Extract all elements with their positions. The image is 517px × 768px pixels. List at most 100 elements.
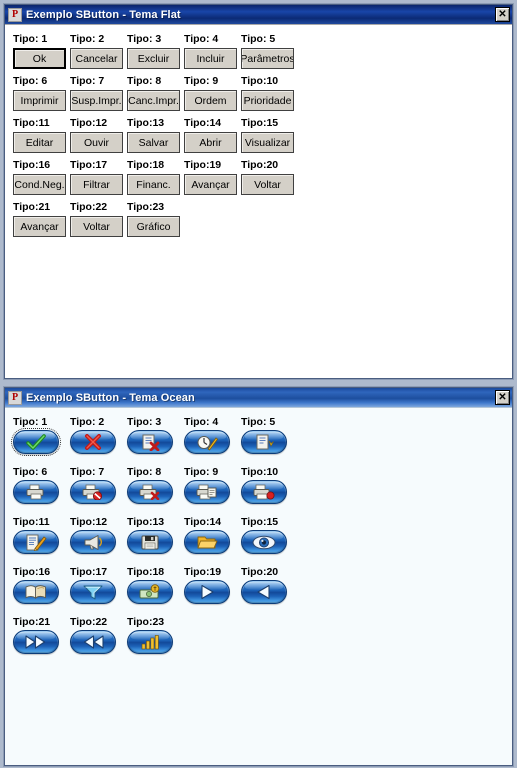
- flat-row: Tipo: 1 Tipo: 2 Tipo: 3 Tipo: 4 Tipo: 5 …: [13, 33, 512, 69]
- document-delete-icon: [140, 434, 160, 451]
- flat-row: Tipo:21 Tipo:22 Tipo:23 Avançar Voltar G…: [13, 201, 512, 237]
- button-salvar[interactable]: Salvar: [127, 132, 180, 153]
- button-cancelar[interactable]: Cancelar: [70, 48, 123, 69]
- type-label: Tipo: 5: [241, 33, 276, 45]
- ocean-button-voltar[interactable]: [241, 580, 287, 604]
- type-label: Tipo: 4: [184, 33, 219, 45]
- ocean-button-excluir[interactable]: [127, 430, 173, 454]
- flat-row-buttons: Avançar Voltar Gráfico: [13, 216, 512, 237]
- megaphone-icon: [82, 534, 104, 550]
- button-financ[interactable]: Financ.: [127, 174, 180, 195]
- button-abrir[interactable]: Abrir: [184, 132, 237, 153]
- ocean-button-salvar[interactable]: [127, 530, 173, 554]
- ocean-button-susp-impr[interactable]: [70, 480, 116, 504]
- ocean-button-imprimir[interactable]: [13, 480, 59, 504]
- button-voltar[interactable]: Voltar: [241, 174, 294, 195]
- button-canc-impr[interactable]: Canc.Impr.: [127, 90, 180, 111]
- button-avancar[interactable]: Avançar: [184, 174, 237, 195]
- titlebar-tema-flat[interactable]: P Exemplo SButton - Tema Flat ✕: [5, 5, 512, 24]
- ocean-row-buttons: [11, 428, 512, 456]
- ocean-button-incluir[interactable]: [184, 430, 230, 454]
- ocean-row-buttons: [13, 480, 512, 504]
- ocean-row-buttons: [13, 530, 512, 554]
- type-label: Tipo:17: [70, 159, 108, 171]
- ocean-row-labels: Tipo:16 Tipo:17 Tipo:18 Tipo:19 Tipo:20: [13, 566, 512, 578]
- ocean-row: Tipo: 1 Tipo: 2 Tipo: 3 Tipo: 4 Tipo: 5: [11, 416, 512, 456]
- money-icon: [138, 584, 162, 600]
- close-icon[interactable]: ✕: [495, 7, 510, 22]
- type-label: Tipo:14: [184, 516, 222, 528]
- type-label: Tipo:21: [13, 616, 51, 628]
- type-label: Tipo: 1: [13, 33, 48, 45]
- type-label: Tipo: 9: [184, 466, 219, 478]
- type-label: Tipo: 6: [13, 75, 48, 87]
- button-excluir[interactable]: Excluir: [127, 48, 180, 69]
- ocean-button-visualizar[interactable]: [241, 530, 287, 554]
- button-avancar-2[interactable]: Avançar: [13, 216, 66, 237]
- app-icon: P: [8, 7, 22, 22]
- x-icon: [84, 434, 102, 450]
- button-incluir[interactable]: Incluir: [184, 48, 237, 69]
- type-label: Tipo:22: [70, 201, 108, 213]
- button-visualizar[interactable]: Visualizar: [241, 132, 294, 153]
- type-label: Tipo:11: [13, 117, 50, 129]
- titlebar-tema-ocean[interactable]: P Exemplo SButton - Tema Ocean ✕: [5, 388, 512, 407]
- button-ordem[interactable]: Ordem: [184, 90, 237, 111]
- button-ouvir[interactable]: Ouvir: [70, 132, 123, 153]
- ocean-button-avancar[interactable]: [184, 580, 230, 604]
- ocean-button-ordem[interactable]: [184, 480, 230, 504]
- ocean-row-labels: Tipo:11 Tipo:12 Tipo:13 Tipo:14 Tipo:15: [13, 516, 512, 528]
- ocean-button-canc-impr[interactable]: [127, 480, 173, 504]
- button-parametros[interactable]: Parâmetros: [241, 48, 294, 69]
- type-label: Tipo: 4: [184, 416, 219, 428]
- printer-priority-icon: [253, 484, 275, 500]
- type-label: Tipo:22: [70, 616, 108, 628]
- ocean-button-grafico[interactable]: [127, 630, 173, 654]
- button-grafico[interactable]: Gráfico: [127, 216, 180, 237]
- type-label: Tipo:18: [127, 159, 165, 171]
- ocean-button-ouvir[interactable]: [70, 530, 116, 554]
- ocean-button-abrir[interactable]: [184, 530, 230, 554]
- button-editar[interactable]: Editar: [13, 132, 66, 153]
- button-imprimir[interactable]: Imprimir: [13, 90, 66, 111]
- book-icon: [24, 584, 48, 600]
- button-ok[interactable]: Ok: [13, 48, 66, 69]
- ocean-button-cond-neg[interactable]: [13, 580, 59, 604]
- type-label: Tipo:19: [184, 566, 222, 578]
- window-title: Exemplo SButton - Tema Flat: [26, 8, 181, 21]
- button-cond-neg[interactable]: Cond.Neg.: [13, 174, 66, 195]
- ocean-button-prioridade[interactable]: [241, 480, 287, 504]
- button-prioridade[interactable]: Prioridade: [241, 90, 294, 111]
- printer-icon: [25, 484, 47, 500]
- type-label: Tipo: 1: [13, 416, 48, 428]
- button-susp-impr[interactable]: Susp.Impr.: [70, 90, 123, 111]
- close-icon[interactable]: ✕: [495, 390, 510, 405]
- ocean-button-parametros[interactable]: [241, 430, 287, 454]
- ocean-button-financ[interactable]: [127, 580, 173, 604]
- ocean-button-cancelar[interactable]: [70, 430, 116, 454]
- button-voltar-2[interactable]: Voltar: [70, 216, 123, 237]
- type-label: Tipo: 8: [127, 466, 162, 478]
- type-label: Tipo: 2: [70, 33, 105, 45]
- flat-row-buttons: Editar Ouvir Salvar Abrir Visualizar: [13, 132, 512, 153]
- ocean-button-editar[interactable]: [13, 530, 59, 554]
- type-label: Tipo:13: [127, 117, 165, 129]
- type-label: Tipo: 7: [70, 75, 105, 87]
- ocean-button-ok[interactable]: [11, 428, 61, 456]
- ocean-row-labels: Tipo: 6 Tipo: 7 Tipo: 8 Tipo: 9 Tipo:10: [13, 466, 512, 478]
- ocean-button-avancar-2[interactable]: [13, 630, 59, 654]
- window-tema-flat[interactable]: P Exemplo SButton - Tema Flat ✕ Tipo: 1 …: [4, 4, 513, 379]
- flat-row-labels: Tipo: 1 Tipo: 2 Tipo: 3 Tipo: 4 Tipo: 5: [13, 33, 512, 45]
- ocean-button-voltar-2[interactable]: [70, 630, 116, 654]
- type-label: Tipo:14: [184, 117, 222, 129]
- app-icon: P: [8, 390, 22, 405]
- button-filtrar[interactable]: Filtrar: [70, 174, 123, 195]
- type-label: Tipo:16: [13, 159, 51, 171]
- type-label: Tipo: 2: [70, 416, 105, 428]
- type-label: Tipo:12: [70, 117, 108, 129]
- window-tema-ocean[interactable]: P Exemplo SButton - Tema Ocean ✕ Tipo: 1…: [4, 387, 513, 766]
- ocean-row-labels: Tipo: 1 Tipo: 2 Tipo: 3 Tipo: 4 Tipo: 5: [13, 416, 512, 428]
- flat-row-buttons: Cond.Neg. Filtrar Financ. Avançar Voltar: [13, 174, 512, 195]
- ocean-button-filtrar[interactable]: [70, 580, 116, 604]
- check-icon: [26, 434, 46, 450]
